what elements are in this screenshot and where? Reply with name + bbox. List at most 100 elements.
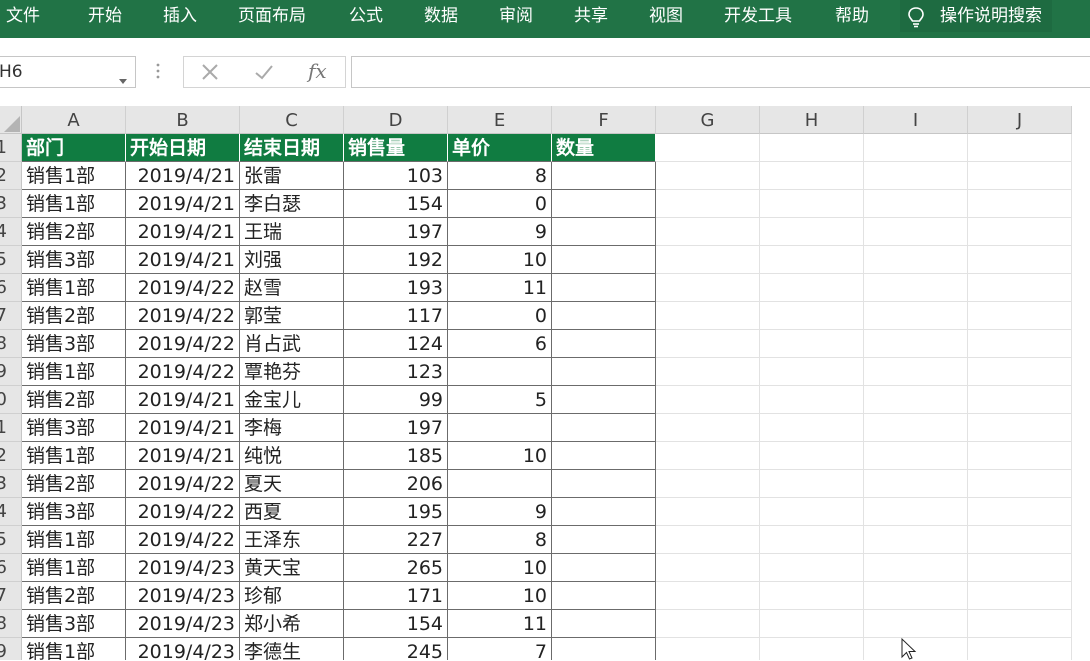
table-cell[interactable]	[656, 274, 760, 302]
table-cell[interactable]: 销售3部	[22, 498, 126, 526]
table-cell[interactable]: 李德生	[240, 638, 344, 660]
column-header-b[interactable]: B	[126, 106, 240, 134]
vertical-dots-icon[interactable]	[155, 62, 161, 84]
table-cell[interactable]: 销售1部	[22, 638, 126, 660]
table-cell[interactable]: 11	[448, 610, 552, 638]
table-cell[interactable]	[552, 302, 656, 330]
row-header[interactable]: 4	[0, 218, 22, 246]
table-cell[interactable]: 销售3部	[22, 246, 126, 274]
table-cell[interactable]	[968, 358, 1072, 386]
table-cell[interactable]	[968, 386, 1072, 414]
table-cell[interactable]	[656, 358, 760, 386]
row-header[interactable]: 13	[0, 470, 22, 498]
table-cell[interactable]	[656, 330, 760, 358]
insert-function-button[interactable]: fx	[308, 59, 327, 83]
row-header[interactable]: 5	[0, 246, 22, 274]
row-header[interactable]: 7	[0, 302, 22, 330]
tab-file[interactable]: 文件	[6, 0, 40, 32]
row-header[interactable]: 16	[0, 554, 22, 582]
table-cell[interactable]: 197	[344, 414, 448, 442]
table-cell[interactable]	[552, 162, 656, 190]
row-header[interactable]: 9	[0, 358, 22, 386]
table-header-cell[interactable]	[656, 134, 760, 162]
table-cell[interactable]: 2019/4/23	[126, 582, 240, 610]
table-cell[interactable]	[552, 274, 656, 302]
row-header[interactable]: 12	[0, 442, 22, 470]
table-header-cell[interactable]	[968, 134, 1072, 162]
table-cell[interactable]	[864, 554, 968, 582]
tab-data[interactable]: 数据	[424, 0, 458, 32]
table-cell[interactable]: 销售1部	[22, 190, 126, 218]
table-header-cell[interactable]: 销售量	[344, 134, 448, 162]
table-cell[interactable]	[552, 414, 656, 442]
table-cell[interactable]	[760, 442, 864, 470]
formula-input[interactable]	[351, 56, 1090, 88]
table-cell[interactable]	[864, 414, 968, 442]
table-cell[interactable]: 2019/4/21	[126, 162, 240, 190]
table-cell[interactable]: 9	[448, 218, 552, 246]
column-header-f[interactable]: F	[552, 106, 656, 134]
table-cell[interactable]: 6	[448, 330, 552, 358]
table-cell[interactable]	[656, 470, 760, 498]
select-all-corner[interactable]	[0, 106, 22, 134]
row-header[interactable]: 3	[0, 190, 22, 218]
table-cell[interactable]: 黄天宝	[240, 554, 344, 582]
table-cell[interactable]	[760, 358, 864, 386]
tab-formulas[interactable]: 公式	[349, 0, 383, 32]
table-header-cell[interactable]: 部门	[22, 134, 126, 162]
table-cell[interactable]: 10	[448, 442, 552, 470]
table-cell[interactable]: 王瑞	[240, 218, 344, 246]
table-cell[interactable]	[448, 470, 552, 498]
table-header-cell[interactable]: 单价	[448, 134, 552, 162]
row-header[interactable]: 10	[0, 386, 22, 414]
table-cell[interactable]	[552, 498, 656, 526]
row-header[interactable]: 18	[0, 610, 22, 638]
table-cell[interactable]: 销售2部	[22, 302, 126, 330]
table-cell[interactable]: 9	[448, 498, 552, 526]
table-cell[interactable]: 2019/4/22	[126, 302, 240, 330]
column-header-e[interactable]: E	[448, 106, 552, 134]
table-cell[interactable]	[552, 526, 656, 554]
table-cell[interactable]	[656, 414, 760, 442]
table-cell[interactable]: 99	[344, 386, 448, 414]
table-cell[interactable]: 2019/4/23	[126, 610, 240, 638]
table-cell[interactable]	[968, 190, 1072, 218]
row-header[interactable]: 17	[0, 582, 22, 610]
column-header-d[interactable]: D	[344, 106, 448, 134]
table-cell[interactable]	[760, 610, 864, 638]
table-cell[interactable]	[864, 330, 968, 358]
table-cell[interactable]	[864, 582, 968, 610]
table-cell[interactable]	[864, 526, 968, 554]
table-cell[interactable]: 西夏	[240, 498, 344, 526]
table-cell[interactable]	[760, 386, 864, 414]
table-cell[interactable]: 227	[344, 526, 448, 554]
table-cell[interactable]	[968, 610, 1072, 638]
table-cell[interactable]	[968, 246, 1072, 274]
table-cell[interactable]	[968, 414, 1072, 442]
column-header-a[interactable]: A	[22, 106, 126, 134]
table-cell[interactable]: 185	[344, 442, 448, 470]
table-cell[interactable]: 刘强	[240, 246, 344, 274]
table-header-cell[interactable]: 结束日期	[240, 134, 344, 162]
table-cell[interactable]	[968, 274, 1072, 302]
tab-view[interactable]: 视图	[649, 0, 683, 32]
table-cell[interactable]	[968, 218, 1072, 246]
table-cell[interactable]: 2019/4/21	[126, 386, 240, 414]
table-cell[interactable]	[864, 218, 968, 246]
table-cell[interactable]	[552, 246, 656, 274]
table-cell[interactable]: 2019/4/23	[126, 554, 240, 582]
table-cell[interactable]: 肖占武	[240, 330, 344, 358]
table-cell[interactable]: 王泽东	[240, 526, 344, 554]
table-cell[interactable]	[968, 470, 1072, 498]
table-cell[interactable]: 2019/4/21	[126, 218, 240, 246]
table-cell[interactable]	[760, 470, 864, 498]
table-cell[interactable]	[968, 582, 1072, 610]
table-cell[interactable]	[968, 442, 1072, 470]
table-cell[interactable]: 销售1部	[22, 442, 126, 470]
table-cell[interactable]	[656, 190, 760, 218]
table-cell[interactable]	[656, 302, 760, 330]
table-cell[interactable]	[968, 330, 1072, 358]
table-cell[interactable]: 销售3部	[22, 330, 126, 358]
table-cell[interactable]: 李白瑟	[240, 190, 344, 218]
table-cell[interactable]	[968, 526, 1072, 554]
